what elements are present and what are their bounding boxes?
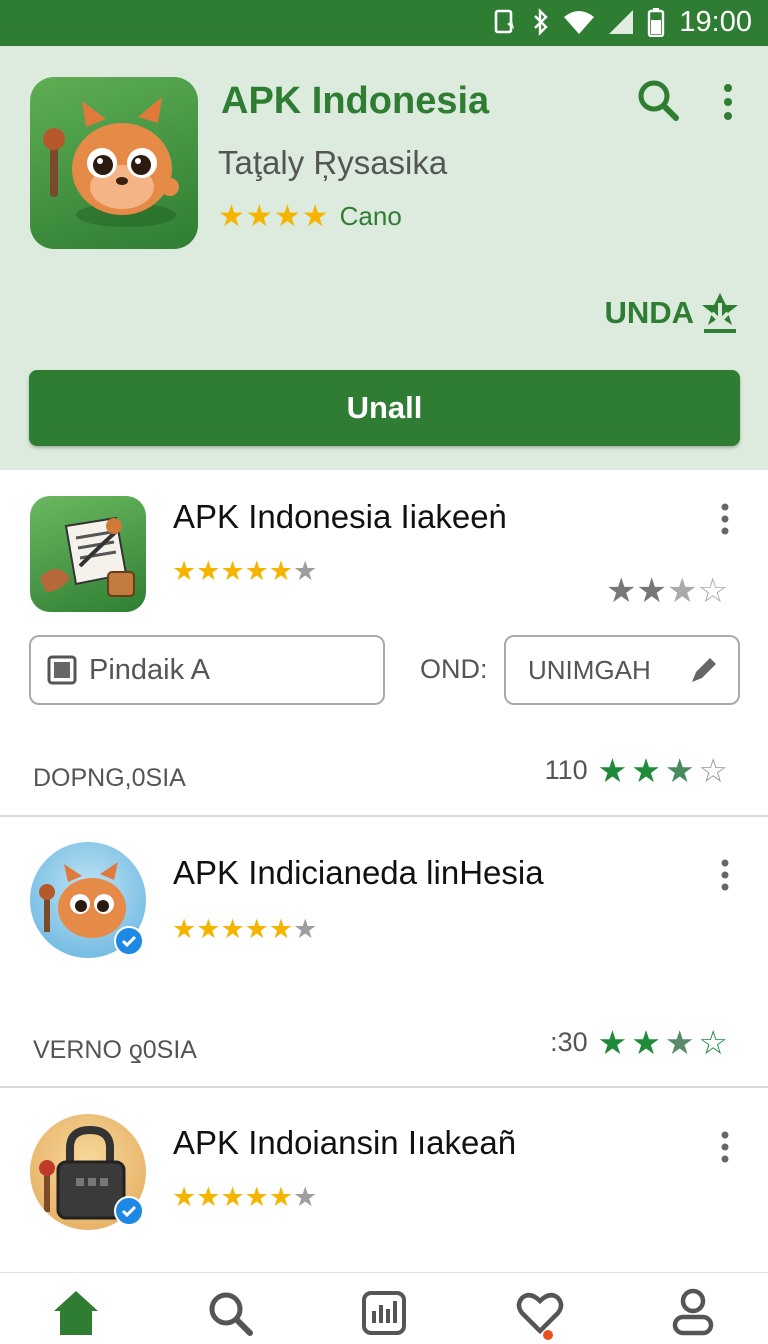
more-vert-icon[interactable]	[716, 82, 740, 122]
field-label: UNIMGAH	[528, 654, 651, 685]
divider	[0, 815, 768, 817]
profile-icon[interactable]	[667, 1287, 719, 1339]
app-icon[interactable]	[30, 496, 146, 612]
rating-stars: ★ ★ ★ ★ ★ ★	[172, 916, 317, 943]
star-half-icon: ★	[293, 1182, 318, 1212]
meta-rating: :30 ★ ★ ★ ☆	[550, 1026, 728, 1059]
search-icon[interactable]	[636, 78, 680, 122]
status-time: 19:00	[679, 5, 752, 38]
download-label: UNDA	[604, 295, 694, 330]
verified-badge-icon	[114, 926, 144, 956]
field-separator-label: OND:	[420, 654, 488, 684]
star-icon: ★	[245, 199, 273, 233]
checkbox-icon	[47, 655, 77, 685]
download-link[interactable]: UNDA	[604, 291, 740, 335]
star-icon: ★	[220, 1182, 245, 1212]
star-half-icon: ★	[631, 752, 661, 789]
star-icon: ★	[196, 556, 221, 586]
star-icon: ★	[268, 1182, 294, 1212]
app-icon[interactable]	[30, 77, 198, 249]
app-title: APK Indicianeda linНesia	[173, 854, 544, 891]
rating-stars: ★ ★ ★ ★ ★ ★	[172, 1184, 317, 1211]
meta-label: DOPNG,0SIA	[33, 764, 186, 792]
star-half-icon: ★	[664, 752, 695, 789]
more-vert-icon[interactable]	[715, 1130, 735, 1164]
meta-rating: 110 ★ ★ ★ ☆	[545, 754, 728, 787]
star-icon: ★	[196, 914, 221, 944]
star-outline-icon: ☆	[697, 572, 728, 610]
list-item[interactable]: APK Indonesia Iiakeeṅ ★ ★ ★ ★ ★ ★ ★ ★ ★ …	[0, 470, 768, 818]
wifi-icon	[564, 11, 595, 34]
chart-icon[interactable]	[358, 1287, 410, 1339]
star-icon: ★	[172, 914, 197, 944]
meta-label: VERNO ƍ0SIA	[33, 1036, 197, 1064]
star-half-icon: ★	[664, 1024, 695, 1061]
verified-badge-icon	[114, 1196, 144, 1226]
star-icon: ★	[244, 1182, 269, 1212]
divider	[0, 1086, 768, 1088]
star-icon: ★	[220, 556, 245, 586]
star-icon: ★	[301, 199, 329, 233]
star-outline-icon: ☆	[698, 1024, 728, 1061]
app-title: APK Indoiansin Iıakeañ	[173, 1124, 517, 1161]
checkbox-field[interactable]: Pindaik A	[29, 635, 385, 705]
star-icon: ★	[244, 914, 269, 944]
battery-icon	[648, 8, 665, 37]
rating-label: Cano	[339, 201, 402, 231]
star-icon: ★	[273, 199, 301, 233]
star-outline-icon: ☆	[698, 752, 728, 789]
app-rating: ★ ★ ★ ★ Cano	[218, 201, 402, 232]
search-icon[interactable]	[204, 1287, 256, 1339]
secondary-rating: ★ ★ ★ ☆	[606, 574, 728, 608]
heart-icon[interactable]	[514, 1287, 566, 1339]
edit-icon	[692, 658, 716, 682]
bottom-navigation	[0, 1272, 768, 1344]
list-item[interactable]: APK Indicianeda linНesia ★ ★ ★ ★ ★ ★ VER…	[0, 818, 768, 1090]
signal-icon	[609, 10, 634, 34]
star-icon: ★	[268, 914, 294, 944]
action-field[interactable]: UNIMGAH	[504, 635, 740, 705]
home-icon[interactable]	[50, 1287, 102, 1339]
more-vert-icon[interactable]	[715, 502, 735, 536]
star-icon: ★	[172, 556, 197, 586]
star-icon: ★	[631, 1024, 661, 1061]
star-icon: ★	[268, 556, 294, 586]
notification-dot	[543, 1330, 553, 1340]
download-icon	[702, 293, 738, 333]
star-icon: ★	[172, 1182, 197, 1212]
rating-count: :30	[550, 1027, 588, 1057]
star-icon: ★	[597, 752, 628, 789]
star-icon: ★	[636, 572, 667, 610]
app-title: APK Indonesia	[221, 80, 490, 122]
document-icon	[40, 516, 135, 597]
fox-mascot-icon	[43, 97, 179, 227]
rating-stars: ★ ★ ★ ★ ★ ★	[172, 558, 317, 585]
star-icon: ★	[606, 572, 637, 610]
rating-count: 110	[544, 755, 588, 785]
phone-sync-icon	[495, 9, 515, 34]
install-button[interactable]: Unall	[29, 370, 740, 446]
star-icon: ★	[597, 1024, 628, 1061]
list-item[interactable]: APK Indoiansin Iıakeañ ★ ★ ★ ★ ★ ★	[0, 1090, 768, 1270]
status-icons: 19:00	[493, 6, 752, 38]
app-developer[interactable]: Taţaly Ŗysasika	[218, 144, 447, 182]
star-icon: ★	[244, 556, 269, 586]
field-label: Pindaik A	[89, 653, 210, 686]
star-icon: ★	[218, 199, 245, 233]
app-header: APK Indonesia Taţaly Ŗysasika ★ ★ ★ ★ Ca…	[0, 46, 768, 470]
app-title: APK Indonesia Iiakeeṅ	[173, 498, 507, 535]
bluetooth-icon	[534, 8, 549, 36]
star-icon: ★	[196, 1182, 221, 1212]
star-icon: ★	[220, 914, 245, 944]
status-bar: 19:00	[0, 0, 768, 46]
more-vert-icon[interactable]	[715, 858, 735, 892]
star-half-icon: ★	[293, 556, 318, 586]
star-half-icon: ★	[666, 572, 698, 610]
star-half-icon: ★	[293, 914, 318, 944]
